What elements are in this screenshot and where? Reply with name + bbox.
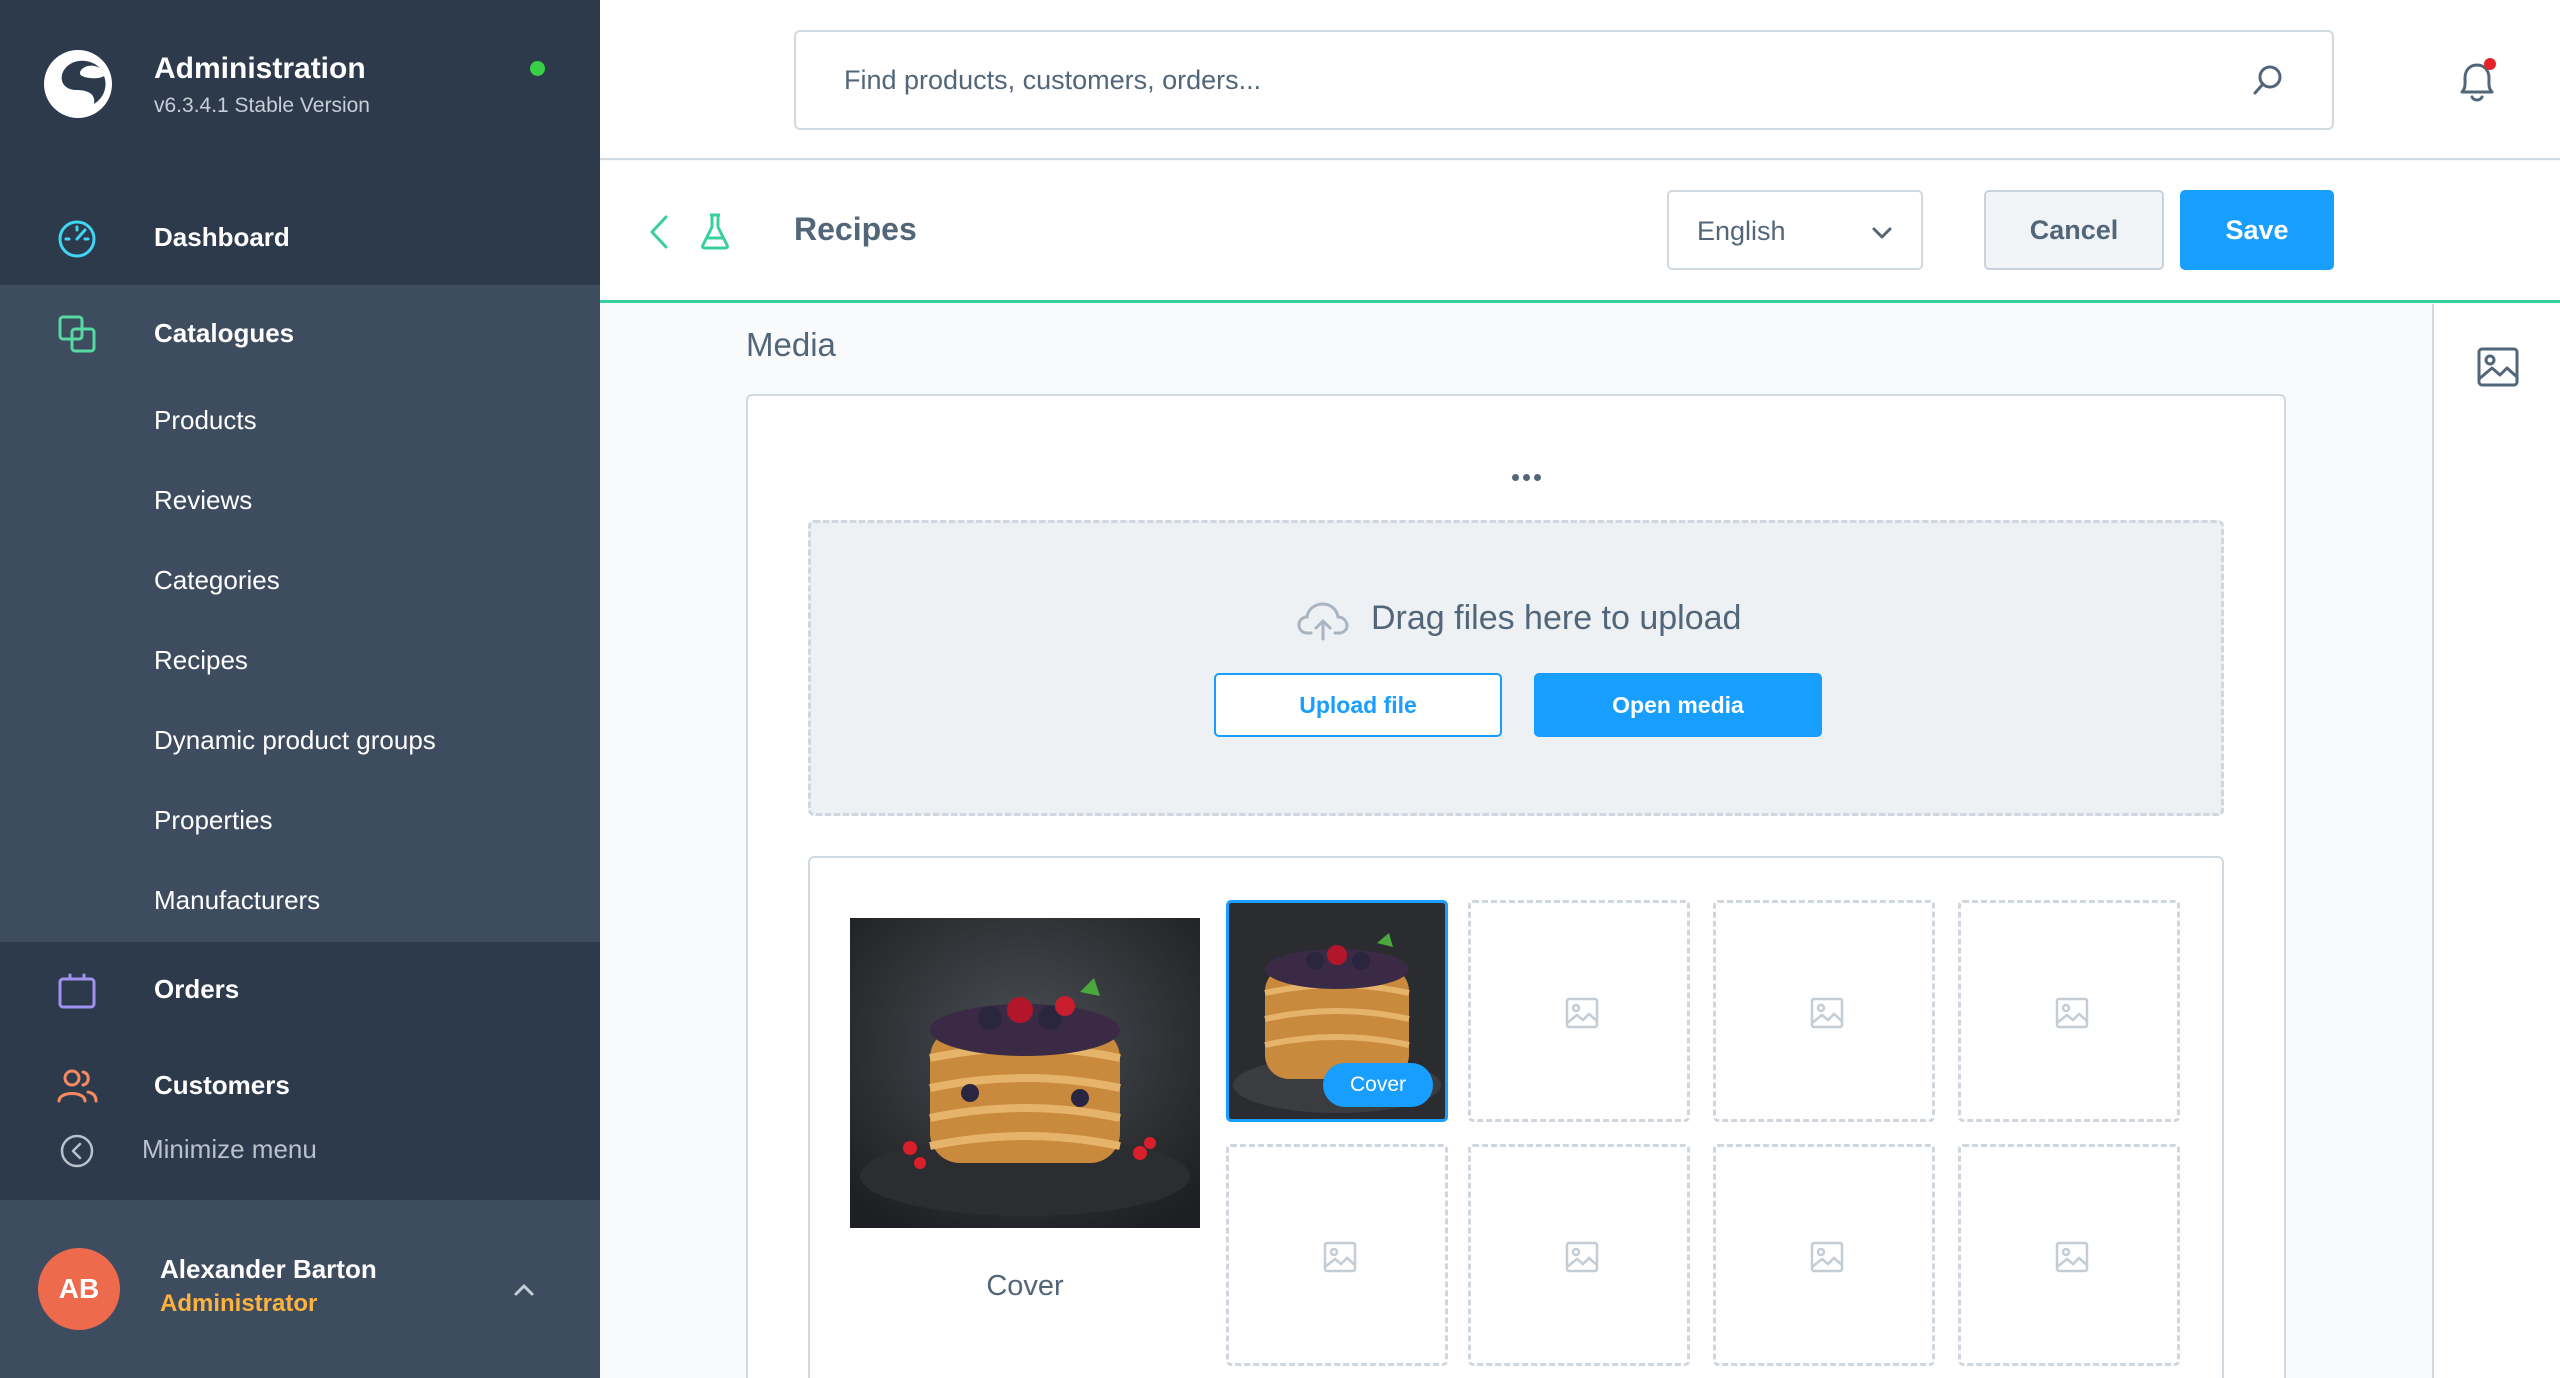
speedometer-icon bbox=[58, 220, 96, 258]
media-empty-slot[interactable] bbox=[1713, 1144, 1935, 1366]
avatar: AB bbox=[38, 1248, 120, 1330]
dot-icon bbox=[1534, 474, 1541, 481]
media-empty-slot[interactable] bbox=[1958, 1144, 2180, 1366]
media-empty-slot[interactable] bbox=[1468, 1144, 1690, 1366]
sidebar-item-catalogues[interactable]: Catalogues bbox=[0, 286, 600, 382]
cover-caption: Cover bbox=[986, 1270, 1064, 1302]
right-sidebar bbox=[2432, 304, 2560, 1378]
sidebar-item-label: Orders bbox=[154, 974, 240, 1004]
sidebar-item-products[interactable]: Products bbox=[154, 405, 257, 436]
app-version: v6.3.4.1 Stable Version bbox=[154, 94, 370, 117]
minimize-menu-label: Minimize menu bbox=[142, 1134, 317, 1164]
chevron-left-circle-icon bbox=[60, 1134, 94, 1168]
shopping-bag-icon bbox=[58, 973, 96, 1009]
user-profile[interactable]: AB Alexander Barton Administrator bbox=[0, 1200, 600, 1378]
search-icon[interactable] bbox=[2250, 62, 2286, 98]
shopware-logo-icon[interactable] bbox=[42, 48, 114, 120]
image-placeholder-icon bbox=[2055, 1241, 2089, 1273]
media-empty-slot[interactable] bbox=[1713, 900, 1935, 1122]
image-placeholder-icon bbox=[1810, 997, 1844, 1029]
chevron-up-icon[interactable] bbox=[510, 1276, 538, 1304]
cloud-upload-icon bbox=[1297, 602, 1349, 641]
image-placeholder-icon bbox=[2055, 997, 2089, 1029]
smart-bar: Recipes English Cancel Save bbox=[600, 161, 2560, 303]
top-bar bbox=[600, 0, 2560, 160]
status-indicator bbox=[530, 61, 545, 76]
language-select-value: English bbox=[1697, 216, 1786, 246]
sidebar-item-recipes[interactable]: Recipes bbox=[154, 645, 248, 676]
sidebar-item-label: Dashboard bbox=[154, 222, 290, 252]
language-select[interactable]: English bbox=[1667, 190, 1923, 270]
image-icon[interactable] bbox=[2476, 346, 2520, 388]
catalogue-icon bbox=[58, 315, 96, 353]
sidebar-item-label: Catalogues bbox=[154, 318, 295, 348]
sidebar-item-dashboard[interactable]: Dashboard bbox=[0, 190, 600, 286]
bell-icon[interactable] bbox=[2452, 56, 2502, 106]
dot-icon bbox=[1523, 474, 1530, 481]
dropzone-text: Drag files here to upload bbox=[1371, 599, 1742, 637]
cover-badge: Cover bbox=[1323, 1063, 1433, 1107]
image-placeholder-icon bbox=[1810, 1241, 1844, 1273]
minimize-menu-button[interactable]: Minimize menu bbox=[60, 1130, 360, 1170]
cover-image-preview[interactable] bbox=[850, 918, 1200, 1228]
save-button[interactable]: Save bbox=[2180, 190, 2334, 270]
flask-icon bbox=[701, 213, 729, 250]
image-placeholder-icon bbox=[1565, 997, 1599, 1029]
media-empty-slot[interactable] bbox=[1958, 900, 2180, 1122]
sidebar-item-customers[interactable]: Customers bbox=[0, 1038, 600, 1134]
sidebar-item-categories[interactable]: Categories bbox=[154, 565, 280, 596]
open-media-button[interactable]: Open media bbox=[1534, 673, 1822, 737]
search-input[interactable] bbox=[844, 32, 2224, 128]
global-search[interactable] bbox=[794, 30, 2334, 130]
image-placeholder-icon bbox=[1565, 1241, 1599, 1273]
sidebar-item-dynamic-product-groups[interactable]: Dynamic product groups bbox=[154, 725, 436, 756]
media-empty-slot[interactable] bbox=[1468, 900, 1690, 1122]
users-icon bbox=[57, 1069, 98, 1103]
user-role: Administrator bbox=[160, 1290, 318, 1317]
chevron-down-icon bbox=[1872, 227, 1892, 239]
sidebar-item-properties[interactable]: Properties bbox=[154, 805, 273, 836]
image-placeholder-icon bbox=[1323, 1241, 1357, 1273]
admin-sidebar: Administration v6.3.4.1 Stable Version D… bbox=[0, 0, 600, 1378]
sidebar-item-reviews[interactable]: Reviews bbox=[154, 485, 252, 516]
sidebar-header: Administration v6.3.4.1 Stable Version bbox=[0, 0, 600, 177]
context-menu-button[interactable] bbox=[1510, 468, 1562, 496]
media-empty-slot[interactable] bbox=[1226, 1144, 1448, 1366]
page-title: Recipes bbox=[794, 211, 917, 247]
user-name: Alexander Barton bbox=[160, 1254, 377, 1284]
sidebar-item-orders[interactable]: Orders bbox=[0, 942, 600, 1038]
chevron-left-icon[interactable] bbox=[644, 213, 674, 251]
upload-file-button[interactable]: Upload file bbox=[1214, 673, 1502, 737]
cancel-button[interactable]: Cancel bbox=[1984, 190, 2164, 270]
sidebar-item-label: Customers bbox=[154, 1070, 290, 1100]
app-title: Administration bbox=[154, 52, 366, 85]
media-section-title: Media bbox=[746, 326, 836, 363]
media-thumbnail-cover[interactable]: Cover bbox=[1226, 900, 1448, 1122]
dot-icon bbox=[1512, 474, 1519, 481]
sidebar-item-manufacturers[interactable]: Manufacturers bbox=[154, 885, 320, 916]
upload-dropzone[interactable]: Drag files here to upload Upload file Op… bbox=[808, 520, 2224, 816]
